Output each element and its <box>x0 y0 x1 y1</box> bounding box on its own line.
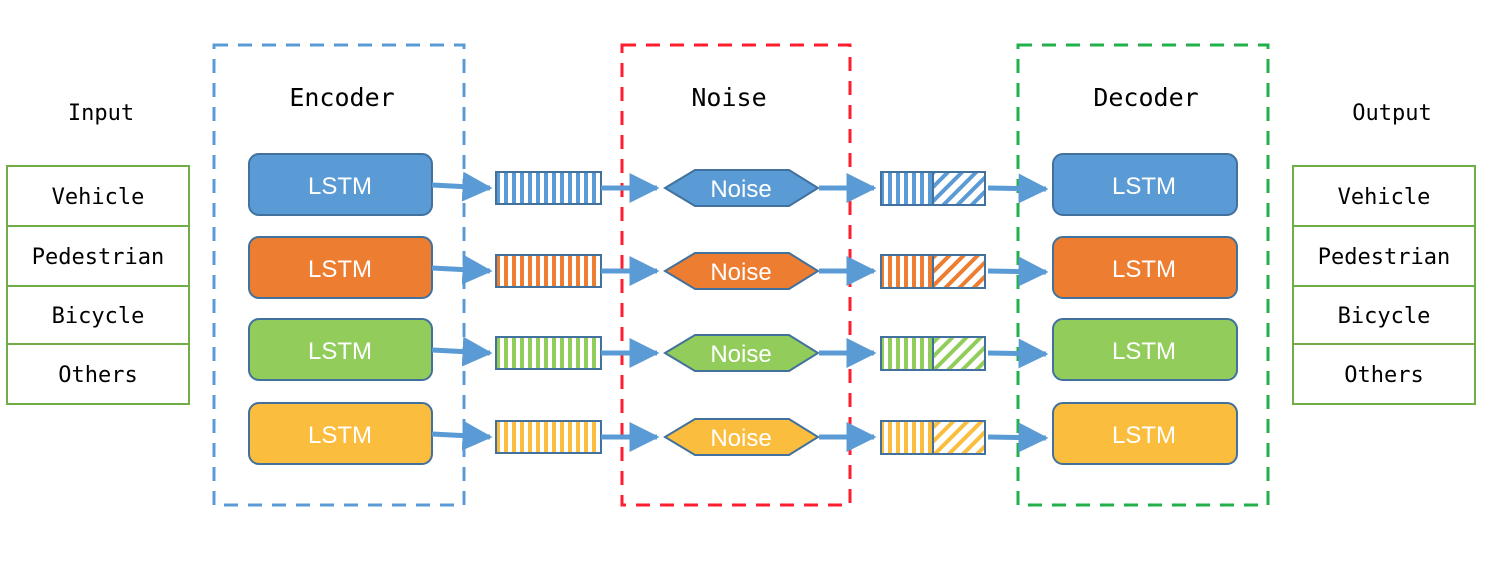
lstm-label: LSTM <box>1112 422 1176 449</box>
table-cell-label: Others <box>1344 363 1423 388</box>
noise-label: Noise <box>710 341 771 368</box>
arrow-icon <box>431 171 493 202</box>
arrow-icon <box>987 173 1049 204</box>
encoder-lstm-bicycle: LSTM <box>248 318 433 381</box>
table-cell-label: Vehicle <box>1338 185 1431 210</box>
table-cell-label: Bicycle <box>1338 304 1431 329</box>
latent-part <box>880 420 934 455</box>
pipeline-rows: LSTM Noise LSTMLSTM Noise LSTMLSTM Noise LSTML… <box>248 153 1238 465</box>
output-cell-bicycle: Bicycle <box>1292 285 1476 345</box>
encoder-lstm-pedestrian: LSTM <box>248 236 433 299</box>
output-title: Output <box>1352 101 1431 126</box>
latent-vector-vehicle <box>495 171 602 205</box>
arrow-icon <box>431 420 493 451</box>
noise-label: Noise <box>710 259 771 286</box>
noise-node-bicycle: Noise <box>663 334 820 372</box>
latent-part <box>880 336 934 371</box>
output-table: Vehicle Pedestrian Bicycle Others <box>1292 165 1476 405</box>
noise-node-vehicle: Noise <box>663 169 820 207</box>
encoder-title: Encoder <box>289 83 394 112</box>
input-cell-bicycle: Bicycle <box>6 285 190 345</box>
noise-part <box>932 336 986 371</box>
lstm-label: LSTM <box>1112 338 1176 365</box>
input-cell-vehicle: Vehicle <box>6 165 190 227</box>
lstm-label: LSTM <box>308 422 372 449</box>
arrow-icon <box>431 254 493 285</box>
decoder-lstm-others: LSTM <box>1052 402 1238 465</box>
noise-part <box>932 254 986 289</box>
lstm-label: LSTM <box>308 256 372 283</box>
input-cell-others: Others <box>6 343 190 405</box>
noise-part <box>932 420 986 455</box>
table-cell-label: Pedestrian <box>1318 245 1450 270</box>
table-cell-label: Others <box>58 363 137 388</box>
lstm-label: LSTM <box>1112 173 1176 200</box>
noise-node-pedestrian: Noise <box>663 252 820 290</box>
decoder-lstm-vehicle: LSTM <box>1052 153 1238 216</box>
encoder-lstm-vehicle: LSTM <box>248 153 433 216</box>
decoder-title: Decoder <box>1093 83 1198 112</box>
concat-vector-bicycle <box>880 336 986 371</box>
table-cell-label: Vehicle <box>52 185 145 210</box>
decoder-lstm-pedestrian: LSTM <box>1052 236 1238 299</box>
lstm-label: LSTM <box>1112 256 1176 283</box>
encoder-noise-decoder-diagram: Input Output Encoder Noise Decoder Vehic… <box>6 43 1476 507</box>
latent-part <box>880 171 934 206</box>
concat-vector-others <box>880 420 986 455</box>
output-cell-others: Others <box>1292 343 1476 405</box>
arrow-icon <box>431 336 493 367</box>
noise-node-others: Noise <box>663 418 820 456</box>
noise-label: Noise <box>710 425 771 452</box>
encoder-lstm-others: LSTM <box>248 402 433 465</box>
row-bicycle: LSTM Noise LSTM <box>248 318 1238 381</box>
decoder-lstm-bicycle: LSTM <box>1052 318 1238 381</box>
input-table: Vehicle Pedestrian Bicycle Others <box>6 165 190 405</box>
latent-part <box>880 254 934 289</box>
row-vehicle: LSTM Noise LSTM <box>248 153 1238 216</box>
latent-vector-pedestrian <box>495 254 602 288</box>
arrow-icon <box>987 422 1049 453</box>
concat-vector-pedestrian <box>880 254 986 289</box>
noise-label: Noise <box>710 176 771 203</box>
row-pedestrian: LSTM Noise LSTM <box>248 236 1238 299</box>
output-cell-vehicle: Vehicle <box>1292 165 1476 227</box>
table-cell-label: Bicycle <box>52 304 145 329</box>
input-title: Input <box>68 101 134 126</box>
arrow-icon <box>987 338 1049 369</box>
latent-vector-others <box>495 420 602 454</box>
row-others: LSTM Noise LSTM <box>248 402 1238 465</box>
concat-vector-vehicle <box>880 171 986 206</box>
latent-vector-bicycle <box>495 336 602 370</box>
input-cell-pedestrian: Pedestrian <box>6 225 190 287</box>
lstm-label: LSTM <box>308 173 372 200</box>
table-cell-label: Pedestrian <box>32 245 164 270</box>
noise-title: Noise <box>691 83 766 112</box>
arrow-icon <box>987 256 1049 287</box>
noise-part <box>932 171 986 206</box>
lstm-label: LSTM <box>308 338 372 365</box>
output-cell-pedestrian: Pedestrian <box>1292 225 1476 287</box>
